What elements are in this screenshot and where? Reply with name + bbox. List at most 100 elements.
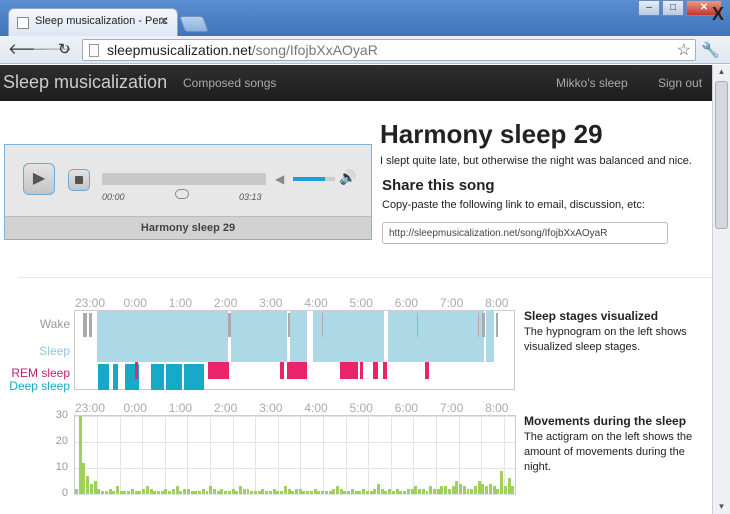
actigram-movement-bar — [268, 491, 272, 494]
actigram-movement-bar — [365, 491, 369, 494]
hypnogram-rem-segment — [425, 362, 430, 379]
actigram-movement-bar — [306, 491, 310, 494]
hypnogram-sleep-segment — [230, 311, 288, 362]
actigram-movement-bar — [470, 488, 474, 494]
hypnogram-deep-segment — [165, 364, 183, 390]
hypnogram-hour-label: 5:00 — [349, 296, 373, 310]
reload-icon[interactable]: ↻ — [58, 41, 71, 59]
hypnogram-rem-segment — [135, 362, 138, 379]
play-button[interactable]: ▶ — [23, 163, 55, 195]
share-instructions: Copy-paste the following link to email, … — [382, 199, 645, 211]
maximize-button[interactable]: □ — [662, 0, 684, 16]
hypnogram-sleep-segment — [387, 311, 485, 362]
actigram-movement-bar — [127, 491, 131, 494]
hypnogram-deep-segment — [150, 364, 165, 390]
actigram-movement-bar — [205, 491, 209, 494]
progress-bar[interactable] — [102, 173, 266, 185]
actigram-gridline — [75, 468, 515, 469]
volume-max-icon[interactable]: 🔊 — [339, 169, 356, 186]
wrench-icon[interactable]: 🔧 — [701, 41, 720, 59]
nav-sign-out[interactable]: Sign out — [658, 76, 702, 90]
actigram-movement-bar — [179, 491, 183, 494]
stage-label-wake: Wake — [39, 317, 70, 331]
actigram-movement-bar — [410, 488, 414, 494]
actigram-gridline — [210, 416, 211, 494]
hypnogram-hour-label: 3:00 — [259, 296, 283, 310]
hypnogram-hour-label: 8:00 — [485, 296, 509, 310]
actigram-gridline — [458, 416, 460, 494]
url-domain: sleepmusicalization.net — [107, 42, 252, 58]
actigram-movement-bar — [358, 491, 362, 494]
actigram-movement-bar — [86, 475, 90, 494]
actigram-movement-bar — [123, 491, 127, 494]
actigram-movement-bar — [336, 486, 339, 494]
hypnogram-chart — [74, 310, 515, 390]
site-brand[interactable]: Sleep musicalization — [3, 72, 167, 93]
nav-composed-songs[interactable]: Composed songs — [183, 76, 276, 90]
hypnogram-rem-segment — [340, 362, 358, 379]
minimize-button[interactable]: – — [638, 0, 660, 16]
actigram-movement-bar — [403, 491, 407, 494]
actigram-movement-bar — [142, 488, 146, 494]
actigram-movement-bar — [242, 488, 246, 494]
share-link-field[interactable] — [382, 222, 668, 244]
actigram-movement-bar — [235, 491, 239, 494]
hypnogram-rem-segment — [286, 362, 308, 379]
actigram-movement-bar — [257, 491, 261, 494]
actigram-movement-bar — [250, 491, 254, 494]
actigram-movement-bar — [321, 491, 325, 494]
volume-slider[interactable] — [293, 177, 335, 181]
actigram-gridline — [390, 416, 392, 494]
section-divider — [18, 277, 712, 278]
actigram-movement-bar — [354, 491, 358, 494]
actigram-movement-bar — [227, 491, 231, 494]
stage-label-rem: REM sleep — [11, 366, 70, 380]
stop-button[interactable] — [68, 169, 90, 191]
actigram-movement-bar — [171, 488, 175, 494]
hypnogram-sleep-segment — [250, 311, 253, 362]
actigram-movement-bar — [347, 491, 351, 494]
actigram-gridline — [75, 494, 515, 495]
bookmark-star-icon[interactable]: ☆ — [677, 40, 691, 60]
nav-my-sleep[interactable]: Mikko's sleep — [556, 76, 628, 90]
actigram-movement-bar — [418, 488, 422, 494]
address-bar[interactable]: sleepmusicalization.net/song/IfojbXxAOya… — [82, 39, 696, 61]
actigram-movement-bar — [328, 491, 332, 494]
hypnogram-hour-label: 23:00 — [74, 296, 106, 310]
actigram-movement-bar — [112, 491, 116, 494]
new-tab-button[interactable] — [179, 16, 209, 32]
scroll-thumb[interactable] — [715, 81, 728, 229]
actigram-movement-bar — [362, 488, 366, 494]
actigram-movement-bar — [231, 488, 235, 494]
repeat-icon[interactable] — [175, 189, 189, 199]
actigram-movement-bar — [399, 491, 403, 494]
tab-close-icon[interactable]: ✕ — [159, 14, 169, 28]
actigram-side-title: Movements during the sleep — [524, 414, 687, 428]
actigram-movement-bar — [175, 486, 179, 494]
volume-fill — [293, 177, 325, 181]
hypnogram-hour-label: 7:00 — [439, 296, 464, 310]
actigram-hour-label: 4:00 — [304, 401, 328, 415]
actigram-movement-bar — [503, 486, 507, 494]
actigram-movement-bar — [108, 488, 112, 494]
scroll-up-arrow-icon[interactable]: ▲ — [713, 65, 730, 79]
actigram-movement-bar — [477, 481, 481, 494]
actigram-movement-bar — [492, 486, 496, 494]
scroll-down-arrow-icon[interactable]: ▼ — [713, 500, 730, 514]
page-scrollbar[interactable]: ▲ ▼ — [712, 65, 730, 514]
actigram-movement-bar — [261, 488, 265, 494]
actigram-movement-bar — [447, 488, 451, 494]
mute-speaker-icon[interactable]: ◀ — [275, 172, 284, 186]
actigram-movement-bar — [391, 491, 395, 494]
actigram-movement-bar — [488, 483, 492, 494]
actigram-movement-bar — [164, 488, 168, 494]
hypnogram-hour-label: 0:00 — [123, 296, 147, 310]
browser-tab[interactable]: Sleep musicalization - Perc ✕ — [8, 8, 178, 36]
hypnogram-rem-segment — [382, 362, 387, 379]
actigram-movement-bar — [160, 491, 164, 494]
actigram-movement-bar — [373, 488, 377, 494]
stop-icon — [75, 176, 83, 184]
player-track-title: Harmony sleep 29 — [5, 216, 371, 239]
actigram-movement-bar — [93, 481, 97, 494]
actigram-movement-bar — [466, 488, 470, 494]
